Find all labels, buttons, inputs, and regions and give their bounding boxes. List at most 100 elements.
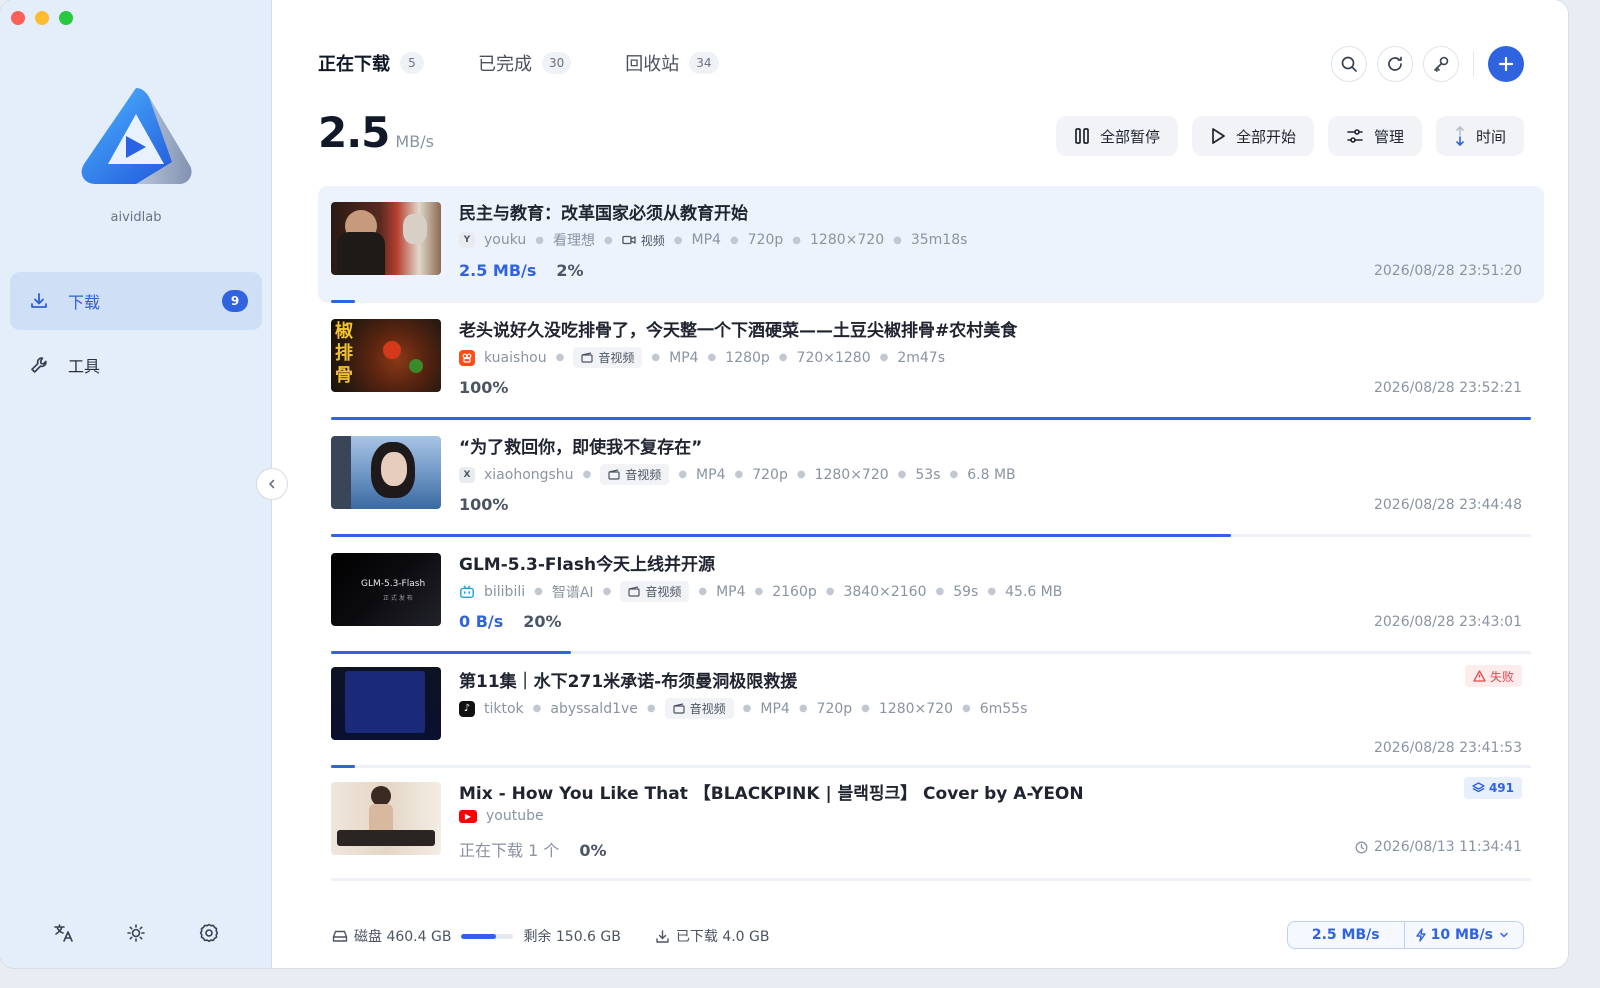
search-button[interactable] [1331,46,1367,82]
pending-count: 正在下载 1 个 [459,841,560,860]
add-download-button[interactable] [1488,46,1524,82]
video-resolution: 1280×720 [814,466,889,483]
download-row[interactable]: Mix - How You Like That 【BLACKPINK | 블랙핑… [318,768,1544,881]
zoom-window-button[interactable] [59,11,73,25]
video-thumbnail [331,202,441,275]
status-badge: 失败 [1464,665,1522,687]
video-meta: kuaishou ● 音视频 ● MP4 ● 1280p ● 720×1280 … [459,347,945,368]
download-row[interactable]: “为了救回你，即使我不复存在” X xiaohongshu ● 音视频 ● MP… [318,420,1544,537]
tab-count: 34 [689,52,719,74]
close-window-button[interactable] [11,11,25,25]
status-bar: 磁盘 460.4 GB 剩余 150.6 GB 已下载 4.0 GB 2.5 M… [332,921,1524,950]
media-type-label: 音视频 [645,585,682,599]
timestamp: 2026/08/28 23:41:53 [1373,740,1522,756]
clock-icon [1355,841,1368,854]
playlist-count: 491 [1488,781,1514,795]
sort-label: 时间 [1475,127,1506,146]
gear-icon[interactable] [196,920,222,946]
disk-total: 磁盘 460.4 GB [354,929,452,945]
download-percent: 0% [579,841,607,860]
download-row[interactable]: 椒排骨 老头说好久没吃排骨了，今天整一个下酒硬菜——土豆尖椒排骨#农村美食 ku… [318,303,1544,420]
download-row[interactable]: 民主与教育：改革国家必须从教育开始 Y youku ● 看理想 ● 视频 ● M… [318,186,1544,303]
video-resolution: 1280×720 [878,700,953,717]
disk-usage-bar [461,933,514,939]
manage-label: 管理 [1373,127,1404,146]
download-percent: 100% [459,378,509,397]
kuaishou-icon [459,349,475,366]
timestamp: 2026/08/28 23:51:20 [1373,263,1522,279]
status-label: 失败 [1489,669,1514,684]
app-window: aividlab 下载 9 工具 正在下载 5 已完成 30 回收站 34 2.… [0,0,1568,968]
download-row[interactable]: 第11集｜水下271米承诺-布须曼洞极限救援 失败 ♪ tiktok ● aby… [318,654,1544,768]
video-meta: bilibili ● 智谱AI ● 音视频 ● MP4 ● 2160p ● 38… [459,581,1062,602]
tab-downloading[interactable]: 正在下载 5 [318,50,424,76]
video-source: tiktok [484,700,524,717]
search-icon [1341,56,1357,72]
disk-remaining: 剩余 150.6 GB [523,929,621,945]
video-source: youku [484,232,527,248]
video-quality: 720p [752,466,788,483]
pause-all-label: 全部暂停 [1099,127,1160,146]
refresh-button[interactable] [1377,46,1413,82]
download-speed: 0 B/s [459,612,504,631]
timestamp: 2026/08/28 23:43:01 [1373,614,1522,630]
speed-limit-control[interactable]: 2.5 MB/s 10 MB/s [1286,921,1524,949]
sidebar: aividlab 下载 9 工具 [0,0,272,968]
download-percent: 2% [556,261,584,280]
video-duration: 59s [953,583,979,600]
window-controls [11,11,73,25]
video-resolution: 720×1280 [796,349,871,366]
video-duration: 53s [915,466,941,483]
sort-arrows-icon [1454,125,1466,147]
video-format: MP4 [716,583,746,600]
sidebar-item-download[interactable]: 下载 9 [10,272,262,330]
video-resolution: 3840×2160 [843,583,927,600]
list-toolbar: 全部暂停 全部开始 管理 时间 [1055,116,1524,156]
refresh-icon [1388,56,1402,71]
progress-info: 100% [459,495,508,514]
total-speed-unit: MB/s [395,132,434,151]
video-source: bilibili [484,583,526,600]
start-all-button[interactable]: 全部开始 [1191,116,1314,156]
media-type-tag: 音视频 [620,581,690,602]
tab-completed[interactable]: 已完成 30 [478,50,572,76]
video-author: 看理想 [553,233,596,249]
sliders-icon [1346,127,1364,145]
download-icon [655,929,670,944]
media-type-tag: 音视频 [664,698,734,719]
video-meta: ▶ youtube [459,808,544,824]
bilibili-icon [459,584,475,600]
key-button[interactable] [1423,46,1459,82]
chevron-left-icon [269,479,275,489]
progress-info: 0 B/s 20% [459,612,562,631]
media-type-label: 视频 [640,233,665,248]
speed-limit-dropdown[interactable]: 10 MB/s [1403,922,1523,948]
playlist-count-badge: 491 [1463,777,1522,799]
plus-icon [1498,56,1514,72]
timestamp: 2026/08/28 23:44:48 [1373,497,1522,513]
disk-icon [332,929,348,943]
translate-icon[interactable] [50,920,76,946]
tab-trash[interactable]: 回收站 34 [625,50,719,76]
sort-button[interactable]: 时间 [1435,116,1524,156]
disk-usage-fill [461,933,497,939]
download-speed: 2.5 MB/s [459,261,537,280]
media-type-tag: 视频 [622,232,665,249]
minimize-window-button[interactable] [35,11,49,25]
thumbnail-text: GLM-5.3-Flash [361,579,426,589]
sun-icon[interactable] [123,920,149,946]
tab-count: 30 [542,52,572,74]
sidebar-item-tools[interactable]: 工具 [10,336,262,394]
collapse-sidebar-button[interactable] [256,468,288,500]
progress-info: 100% [459,378,508,397]
video-source: xiaohongshu [484,466,574,483]
sidebar-footer [0,920,272,946]
video-quality: 720p [747,232,784,248]
pause-all-button[interactable]: 全部暂停 [1055,116,1178,156]
manage-button[interactable]: 管理 [1327,116,1422,156]
video-thumbnail [331,667,441,740]
thumbnail-subtext: 正 式 发 布 [383,595,413,602]
download-row[interactable]: GLM-5.3-Flash 正 式 发 布 GLM-5.3-Flash今天上线并… [318,537,1544,654]
progress-bar [331,878,1531,881]
video-quality: 720p [816,700,853,717]
